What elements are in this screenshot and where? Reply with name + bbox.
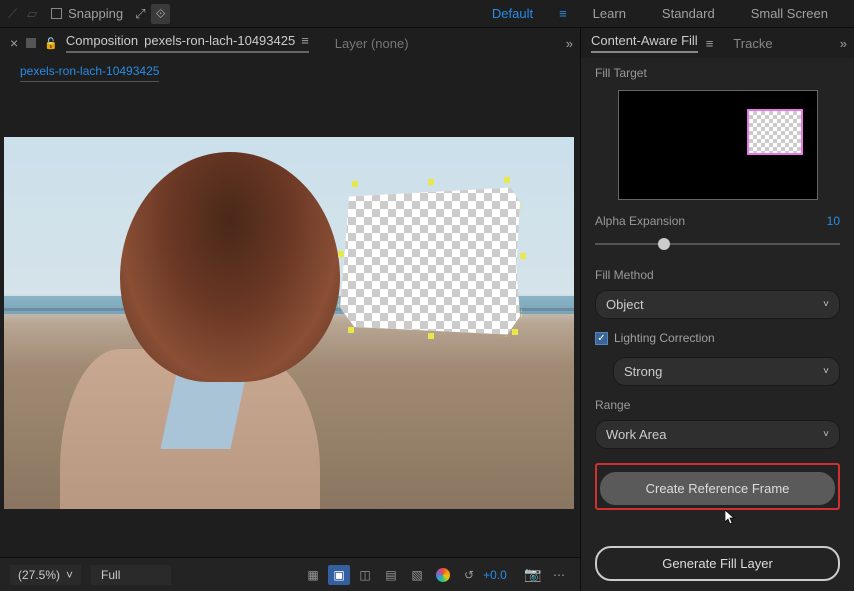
right-panel-header: Content-Aware Fill ≡ Tracke » (581, 28, 854, 58)
color-management-icon[interactable] (432, 565, 454, 585)
mask-handle[interactable] (504, 177, 510, 183)
tab-tracker[interactable]: Tracke (733, 36, 772, 51)
snap-target-icon[interactable]: ⟐ (151, 4, 169, 24)
snapping-toggle[interactable]: Snapping (51, 6, 123, 21)
chevron-down-icon: ˅ (823, 429, 829, 440)
tool-icon-2[interactable]: ▱ (27, 6, 37, 22)
exposure-value[interactable]: +0.0 (484, 565, 506, 585)
fill-method-dropdown[interactable]: Object ˅ (595, 290, 840, 319)
checkbox-checked-icon: ✓ (595, 332, 608, 345)
breadcrumb-item[interactable]: pexels-ron-lach-10493425 (20, 64, 159, 82)
workspace-small-screen[interactable]: Small Screen (733, 0, 846, 27)
alpha-expansion-value[interactable]: 10 (827, 214, 840, 228)
fill-target-label: Fill Target (595, 66, 840, 80)
layer-value: (none) (371, 36, 409, 51)
panel-expand-icon[interactable]: » (566, 36, 570, 51)
breadcrumb-bar: pexels-ron-lach-10493425 (0, 58, 580, 88)
content-aware-fill-panel: Content-Aware Fill ≡ Tracke » Fill Targe… (580, 28, 854, 591)
comp-color-swatch[interactable] (26, 38, 36, 48)
lighting-strength-value: Strong (624, 364, 662, 379)
tab-content-aware-fill[interactable]: Content-Aware Fill (591, 33, 698, 53)
composition-label: Composition (66, 33, 138, 48)
viewer-menu-icon[interactable]: ⋯ (548, 565, 570, 585)
alpha-expansion-slider[interactable] (595, 236, 840, 252)
unlock-icon[interactable]: 🔓 (44, 37, 58, 50)
preview-image (4, 137, 574, 509)
alpha-expansion-label: Alpha Expansion (595, 214, 685, 228)
lighting-correction-label: Lighting Correction (614, 331, 715, 345)
range-dropdown[interactable]: Work Area ˅ (595, 420, 840, 449)
workspace-default[interactable]: Default (474, 0, 551, 27)
mask-handle[interactable] (338, 251, 344, 257)
zoom-value: (27.5%) (18, 568, 60, 582)
composition-name: pexels-ron-lach-10493425 (144, 33, 295, 48)
panel-menu-icon[interactable]: ≡ (706, 36, 714, 51)
snapping-checkbox-icon (51, 8, 62, 19)
fill-method-value: Object (606, 297, 644, 312)
region-of-interest-icon[interactable]: ◫ (354, 565, 376, 585)
mask-outline[interactable] (338, 183, 522, 337)
layer-label: Layer (335, 36, 368, 51)
viewer-footer: (27.5%) ˅ Full ▦ ▣ ◫ ▤ ▧ ↺ +0.0 📷 ⋯ (0, 557, 580, 591)
top-toolbar: ⟋ ▱ Snapping ⤢ ⟐ Default ≡ Learn Standar… (0, 0, 854, 28)
resolution-value: Full (101, 568, 120, 582)
mask-handle[interactable] (512, 329, 518, 335)
mask-handle[interactable] (348, 327, 354, 333)
generate-fill-layer-button[interactable]: Generate Fill Layer (595, 546, 840, 581)
lighting-strength-dropdown[interactable]: Strong ˅ (613, 357, 840, 386)
panel-expand-icon[interactable]: » (840, 36, 844, 51)
workspace-menu-icon[interactable]: ≡ (551, 6, 575, 21)
close-icon[interactable]: × (10, 35, 18, 51)
range-label: Range (595, 398, 840, 412)
workspace-tabs: Default ≡ Learn Standard Small Screen (474, 0, 846, 27)
composition-header: × 🔓 Composition pexels-ron-lach-10493425… (0, 28, 580, 58)
lighting-correction-checkbox[interactable]: ✓ Lighting Correction (595, 331, 840, 345)
fill-target-mask (747, 109, 803, 155)
create-reference-frame-button[interactable]: Create Reference Frame (600, 472, 835, 505)
chevron-down-icon: ˅ (66, 568, 73, 582)
composition-menu-icon[interactable]: ≡ (301, 33, 309, 48)
zoom-dropdown[interactable]: (27.5%) ˅ (10, 565, 81, 585)
snapping-label: Snapping (68, 6, 123, 21)
slider-thumb[interactable] (658, 238, 670, 250)
channel-icon[interactable]: ▧ (406, 565, 428, 585)
toggle-mask-icon[interactable]: ▣ (328, 565, 350, 585)
fill-method-label: Fill Method (595, 268, 840, 282)
snap-expand-icon[interactable]: ⤢ (135, 6, 145, 22)
toggle-transparency-icon[interactable]: ▦ (302, 565, 324, 585)
composition-panel: × 🔓 Composition pexels-ron-lach-10493425… (0, 28, 580, 591)
composition-viewport[interactable] (0, 88, 580, 557)
tool-icons-group: ⟋ ▱ (8, 6, 37, 22)
chevron-down-icon: ˅ (823, 299, 829, 310)
mask-handle[interactable] (520, 253, 526, 259)
grid-guide-icon[interactable]: ▤ (380, 565, 402, 585)
workspace-standard[interactable]: Standard (644, 0, 733, 27)
resolution-dropdown[interactable]: Full (91, 565, 171, 585)
fill-target-preview (618, 90, 818, 200)
tool-icon-1[interactable]: ⟋ (8, 6, 17, 22)
chevron-down-icon: ˅ (823, 366, 829, 377)
range-value: Work Area (606, 427, 666, 442)
reset-exposure-icon[interactable]: ↺ (458, 565, 480, 585)
workspace-learn[interactable]: Learn (575, 0, 644, 27)
mask-handle[interactable] (428, 179, 434, 185)
mask-handle[interactable] (428, 333, 434, 339)
highlight-annotation: Create Reference Frame (595, 463, 840, 510)
mask-handle[interactable] (352, 181, 358, 187)
cursor-icon (725, 510, 737, 526)
snapshot-icon[interactable]: 📷 (522, 565, 544, 585)
